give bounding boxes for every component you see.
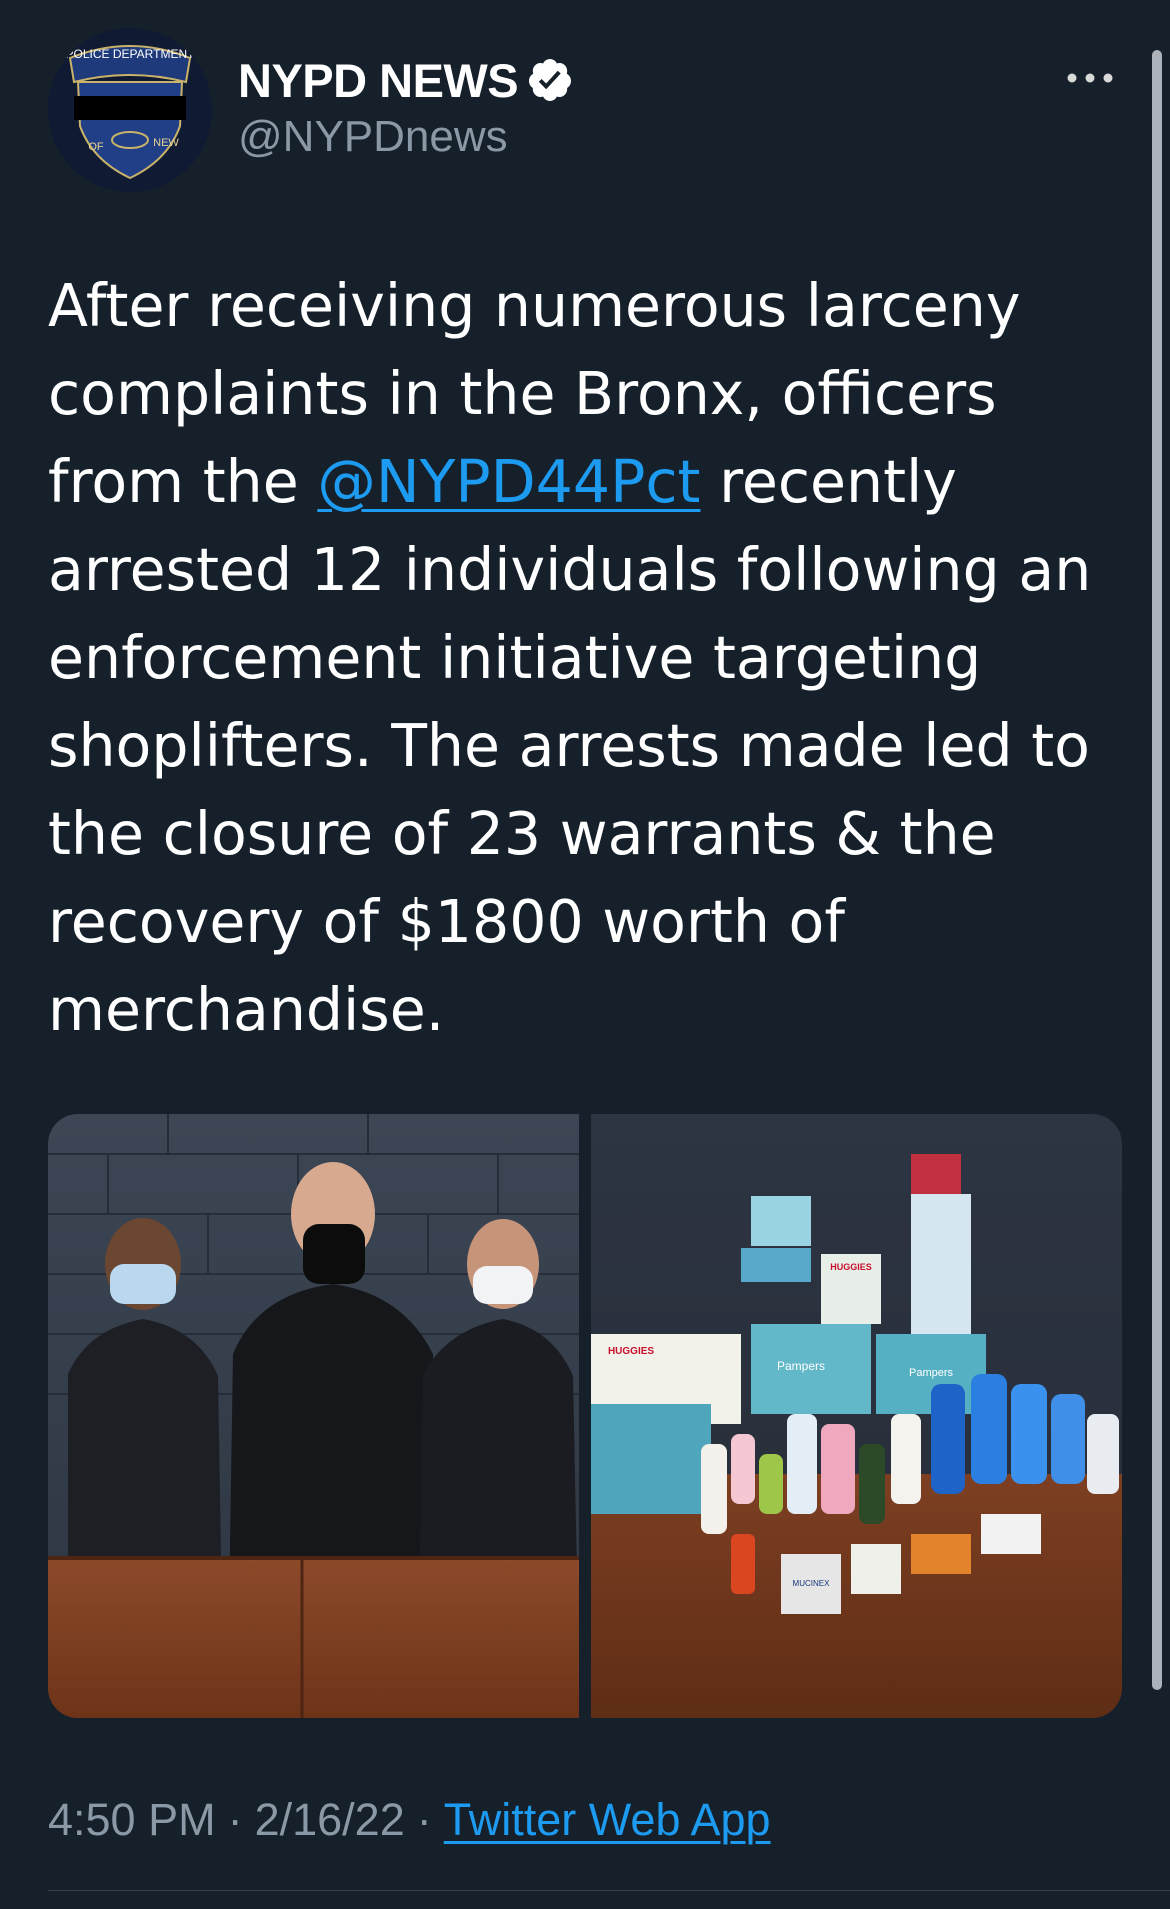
author-display-name[interactable]: NYPD NEWS xyxy=(238,53,519,108)
media-grid: HUGGIES Pampers Pampers HUGGIES MUCINEX xyxy=(48,1114,1122,1718)
tweet-text-part-2: recently arrested 12 individuals followi… xyxy=(48,448,1092,1044)
meta-separator: · xyxy=(227,1794,243,1845)
author-name-row[interactable]: NYPD NEWS xyxy=(238,50,574,110)
merchandise-image: HUGGIES Pampers Pampers HUGGIES MUCINEX xyxy=(591,1114,1122,1718)
avatar-text-bottom-left: OF xyxy=(88,141,104,153)
avatar-text-bottom-right: NEW xyxy=(153,137,179,149)
mucinex-label: MUCINEX xyxy=(793,1579,831,1588)
tweet-text: After receiving numerous larceny complai… xyxy=(48,262,1128,1054)
author-handle[interactable]: @NYPDnews xyxy=(238,112,508,162)
meta-separator-2: · xyxy=(416,1794,432,1845)
pampers-label-2: Pampers xyxy=(909,1367,954,1379)
huggies-label-top: HUGGIES xyxy=(830,1262,872,1272)
tweet: POLICE DEPARTMENT OF NEW NYPD NEWS @NYPD… xyxy=(0,0,1170,1909)
tweet-source-link[interactable]: Twitter Web App xyxy=(444,1794,771,1846)
tweet-time[interactable]: 4:50 PM xyxy=(48,1794,216,1846)
officers-image xyxy=(48,1114,579,1718)
tweet-meta: 4:50 PM · 2/16/22 · Twitter Web App xyxy=(48,1794,771,1846)
mention-link[interactable]: @NYPD44Pct xyxy=(317,448,700,516)
pampers-label-1: Pampers xyxy=(777,1359,825,1373)
more-horizontal-icon xyxy=(1067,73,1113,83)
avatar-text-top: POLICE DEPARTMENT xyxy=(66,47,196,61)
more-options-button[interactable] xyxy=(1060,58,1120,98)
photo-officers[interactable] xyxy=(48,1114,579,1718)
divider xyxy=(48,1890,1170,1891)
photo-merchandise[interactable]: HUGGIES Pampers Pampers HUGGIES MUCINEX xyxy=(591,1114,1122,1718)
scrollbar[interactable] xyxy=(1152,50,1162,1690)
nypd-badge-icon: POLICE DEPARTMENT OF NEW xyxy=(48,28,212,192)
huggies-label-left: HUGGIES xyxy=(608,1346,654,1357)
avatar[interactable]: POLICE DEPARTMENT OF NEW xyxy=(48,28,212,192)
tweet-date[interactable]: 2/16/22 xyxy=(255,1794,405,1846)
verified-badge-icon xyxy=(529,59,572,101)
